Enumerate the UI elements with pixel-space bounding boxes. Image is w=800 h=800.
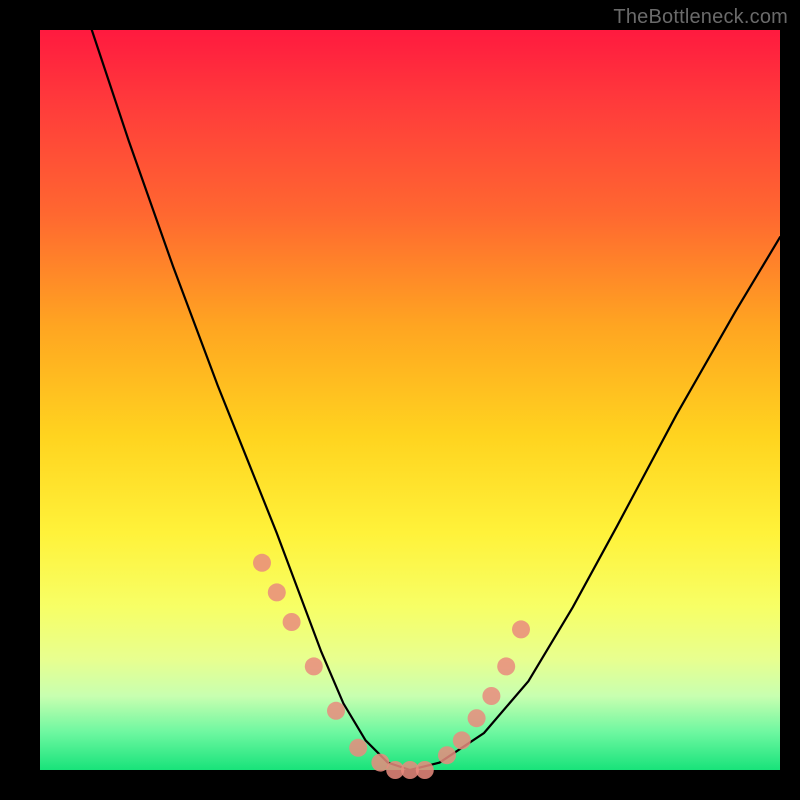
plot-area [40, 30, 780, 770]
marker-dot [349, 739, 367, 757]
curve-layer [40, 30, 780, 770]
marker-dot [482, 687, 500, 705]
marker-dot [453, 731, 471, 749]
marker-dot [497, 657, 515, 675]
marker-dot [416, 761, 434, 779]
marker-dot [253, 554, 271, 572]
marker-dot [283, 613, 301, 631]
chart-frame: TheBottleneck.com [0, 0, 800, 800]
bottleneck-curve [92, 30, 780, 770]
marker-dot [468, 709, 486, 727]
watermark-text: TheBottleneck.com [613, 6, 788, 29]
marker-group [253, 554, 530, 779]
marker-dot [268, 583, 286, 601]
marker-dot [327, 702, 345, 720]
marker-dot [305, 657, 323, 675]
marker-dot [512, 620, 530, 638]
marker-dot [438, 746, 456, 764]
